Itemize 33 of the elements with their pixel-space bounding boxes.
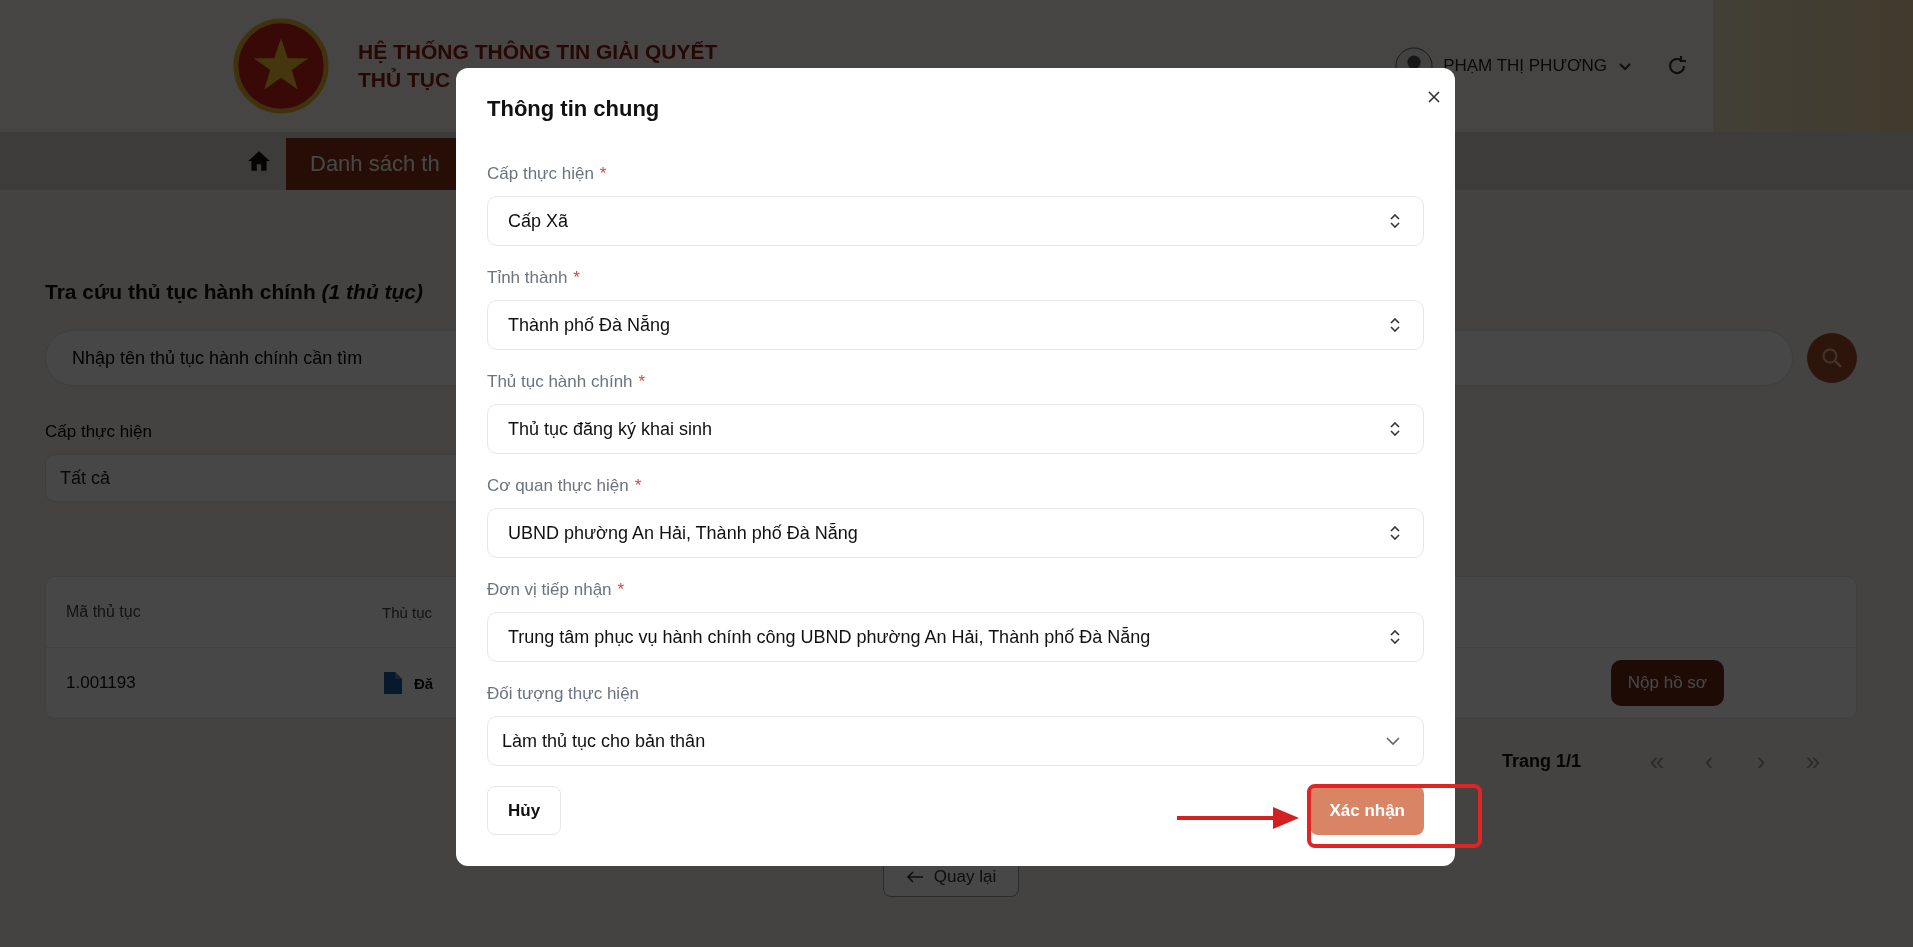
table-cell: 1.001193	[66, 673, 136, 692]
field-label: Cơ quan thực hiện	[487, 476, 629, 497]
select-field[interactable]: UBND phường An Hải, Thành phố Đà Nẵng	[487, 508, 1424, 558]
field-label: Đối tượng thực hiện	[487, 684, 640, 705]
field-label: Đơn vị tiếp nhận	[487, 580, 612, 601]
close-icon	[1426, 89, 1442, 105]
system-title: THỦ TỤC	[358, 68, 452, 92]
table-cell: Đă	[414, 674, 434, 692]
field-label: Tỉnh thành	[487, 268, 568, 289]
page-title: Tra cứu thủ tục hành chính (1 thủ tục)	[45, 280, 424, 304]
up-down-icon	[1389, 214, 1401, 228]
field-label: Thủ tục hành chính	[487, 372, 633, 393]
select-field[interactable]: Cấp Xã	[487, 196, 1424, 246]
required-mark: *	[634, 476, 642, 497]
required-mark: *	[573, 268, 580, 289]
up-down-icon	[1389, 526, 1401, 540]
select-field[interactable]: Thành phố Đà Nẵng	[487, 300, 1424, 350]
required-mark: *	[617, 580, 625, 601]
up-down-icon	[1389, 630, 1401, 644]
chevron-down-icon	[1385, 736, 1401, 746]
page-indicator: Trang 1/1	[1501, 750, 1581, 772]
cancel-button[interactable]: Hủy	[487, 786, 562, 835]
required-mark: *	[638, 372, 646, 393]
filter-label: Cấp thực hiện	[45, 422, 152, 442]
system-title: HỆ THỐNG THÔNG TIN GIẢI QUYẾT	[358, 40, 718, 64]
select-field[interactable]: Thủ tục đăng ký khai sinh	[487, 404, 1424, 454]
field-label: Cấp thực hiện	[487, 164, 594, 185]
select-field[interactable]: Trung tâm phục vụ hành chính công UBND phường An Hải, Thành phố Đà Nẵng	[487, 612, 1424, 662]
up-down-icon	[1389, 422, 1401, 436]
up-down-icon	[1389, 318, 1401, 332]
dropdown-field[interactable]: Làm thủ tục cho bản thân	[487, 716, 1424, 766]
required-mark: *	[599, 164, 607, 185]
dialog-title: Thông tin chung	[487, 95, 661, 123]
